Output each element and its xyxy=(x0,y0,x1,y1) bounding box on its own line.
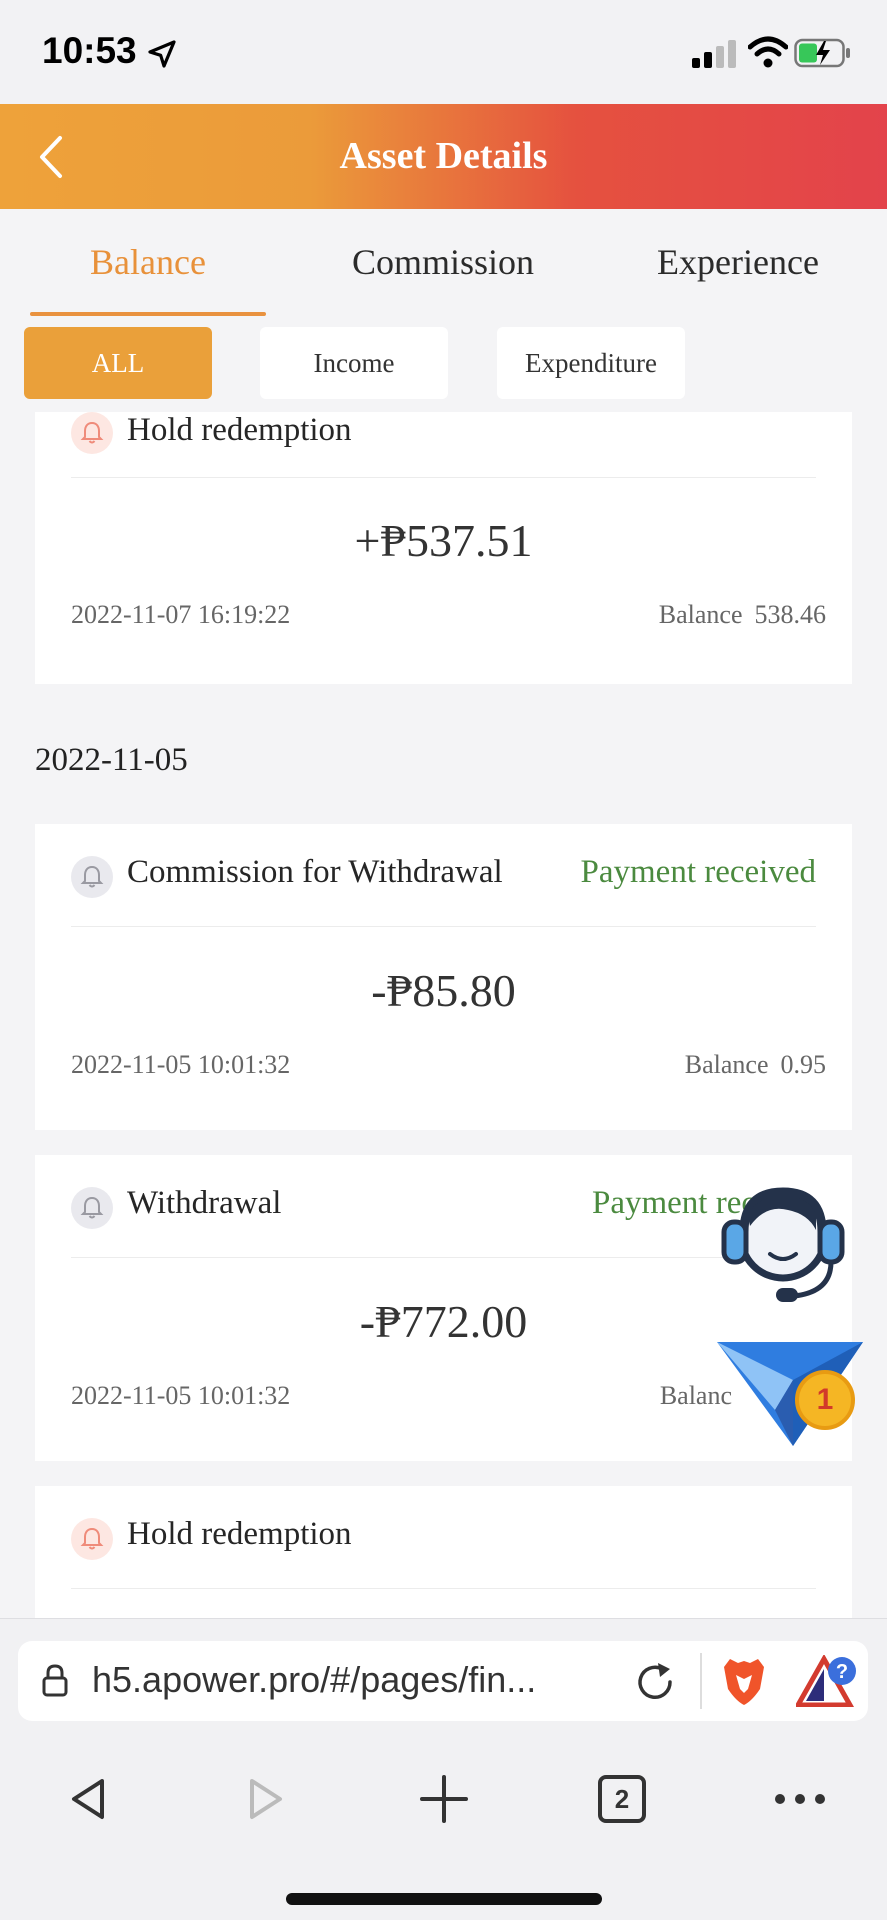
badge-count: 1 xyxy=(816,1383,834,1416)
customer-support-icon[interactable] xyxy=(718,1174,848,1309)
home-indicator xyxy=(286,1893,602,1905)
extension-help-icon[interactable]: ? xyxy=(796,1655,858,1707)
balance-value: 538.46 xyxy=(754,600,827,629)
status-time: 10:53 xyxy=(42,30,137,71)
address-bar-divider xyxy=(700,1653,702,1709)
record-datetime: 2022-11-07 16:19:22 xyxy=(71,600,291,629)
balance-value: 0.95 xyxy=(780,1050,827,1079)
record-title: Hold redemption xyxy=(127,412,352,448)
app-header: Asset Details xyxy=(0,104,887,209)
more-menu-icon[interactable] xyxy=(770,1769,830,1829)
tab-bar: Balance Commission Experience xyxy=(0,209,887,319)
svg-text:?: ? xyxy=(836,1661,848,1683)
card-header: Hold redemption xyxy=(71,1486,816,1589)
record-datetime: 2022-11-05 10:01:32 xyxy=(71,1050,291,1079)
url-text[interactable]: h5.apower.pro/#/pages/fin... xyxy=(92,1659,536,1701)
bell-icon xyxy=(71,1518,113,1560)
tabs-button[interactable]: 2 xyxy=(592,1769,652,1829)
cellular-signal-icon xyxy=(692,40,736,68)
new-tab-icon[interactable] xyxy=(414,1769,474,1829)
lock-icon xyxy=(42,1664,68,1697)
battery-charging-icon xyxy=(794,38,850,68)
list-item[interactable]: Commission for Withdrawal Payment receiv… xyxy=(35,824,852,1130)
bell-icon xyxy=(71,412,113,454)
wifi-icon xyxy=(748,36,788,68)
record-datetime: 2022-11-05 10:01:32 xyxy=(71,1381,291,1410)
record-title: Commission for Withdrawal xyxy=(127,854,503,890)
bell-icon xyxy=(71,1187,113,1229)
filter-all-button[interactable]: ALL xyxy=(24,327,212,399)
record-balance: Balance 538.46 xyxy=(659,600,826,630)
location-arrow-icon xyxy=(148,40,176,68)
card-header: Withdrawal Payment rec xyxy=(71,1155,816,1258)
page-title: Asset Details xyxy=(339,135,548,177)
list-item[interactable]: Hold redemption xyxy=(35,1486,852,1618)
status-bar: 10:53 xyxy=(0,0,887,104)
brave-shield-icon[interactable] xyxy=(722,1655,766,1707)
record-title: Hold redemption xyxy=(127,1516,352,1552)
card-header: Commission for Withdrawal Payment receiv… xyxy=(71,824,816,927)
balance-label: Balance xyxy=(658,600,743,629)
record-title: Withdrawal xyxy=(127,1185,282,1221)
record-amount: +₱537.51 xyxy=(354,515,533,566)
tab-balance[interactable]: Balance xyxy=(8,241,288,283)
bell-icon xyxy=(71,856,113,898)
tab-commission[interactable]: Commission xyxy=(303,241,583,283)
list-item[interactable]: Hold redemption +₱537.51 2022-11-07 16:1… xyxy=(35,412,852,684)
record-balance: Balance 0.95 xyxy=(685,1050,826,1080)
browser-toolbar: h5.apower.pro/#/pages/fin... ? 2 xyxy=(0,1618,887,1920)
record-status: Payment received xyxy=(580,854,816,890)
filter-expenditure-button[interactable]: Expenditure xyxy=(497,327,685,399)
back-icon[interactable] xyxy=(58,1769,118,1829)
card-header: Hold redemption xyxy=(71,412,816,478)
tab-experience[interactable]: Experience xyxy=(598,241,878,283)
telegram-widget[interactable]: 1 xyxy=(715,1340,865,1450)
record-amount: -₱85.80 xyxy=(371,965,516,1016)
address-bar[interactable]: h5.apower.pro/#/pages/fin... ? xyxy=(18,1641,868,1721)
balance-label: Balance xyxy=(684,1050,769,1079)
group-date-heading: 2022-11-05 xyxy=(35,742,188,778)
reload-icon[interactable] xyxy=(634,1661,676,1703)
tab-count: 2 xyxy=(614,1784,630,1814)
active-tab-indicator xyxy=(30,312,266,316)
filter-income-button[interactable]: Income xyxy=(260,327,448,399)
notification-badge: 1 xyxy=(795,1370,855,1430)
forward-icon[interactable] xyxy=(236,1769,296,1829)
